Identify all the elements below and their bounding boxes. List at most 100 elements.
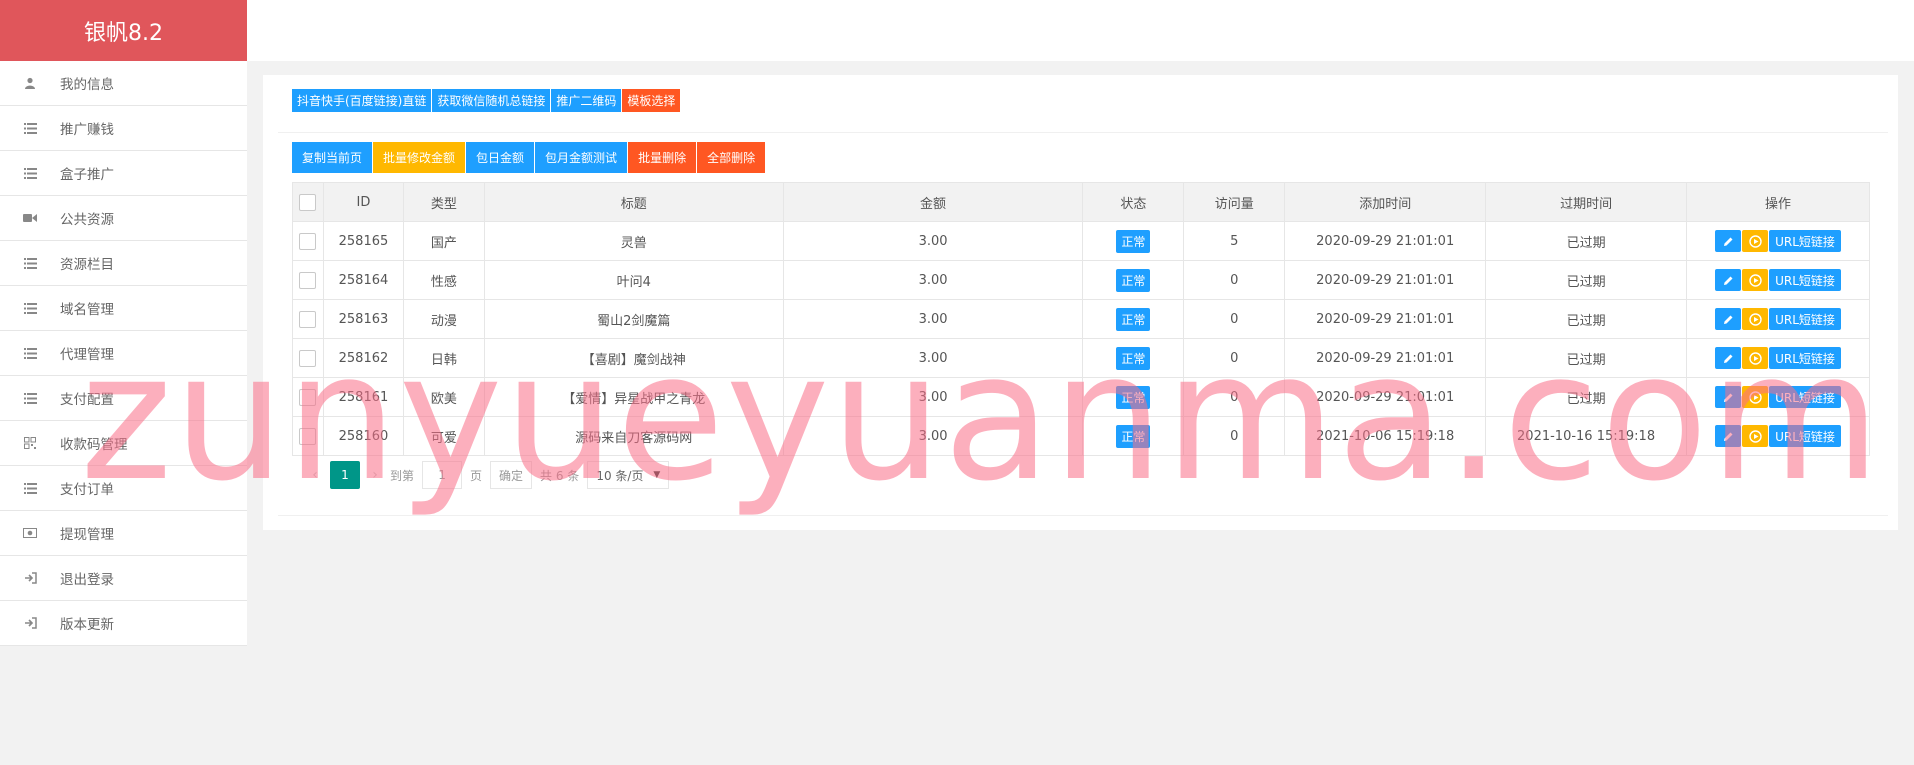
sidebar-item[interactable]: 推广赚钱 [0, 106, 247, 151]
toolbar-button[interactable]: 全部删除 [697, 142, 766, 173]
page-size-select[interactable]: 10 条/页 ▼ [587, 461, 670, 489]
id-cell: 258162 [322, 338, 404, 378]
column-header: ID [322, 182, 404, 222]
amount-cell: 3.00 [782, 338, 1084, 378]
prev-page-icon[interactable]: ‹ [308, 467, 322, 483]
confirm-page-button[interactable]: 确定 [490, 461, 533, 489]
play-icon[interactable] [1742, 347, 1769, 369]
toolbar-button[interactable]: 批量删除 [628, 142, 697, 173]
sidebar-item[interactable]: 支付订单 [0, 466, 247, 511]
sidebar-item[interactable]: 版本更新 [0, 601, 247, 646]
row-checkbox[interactable] [299, 232, 317, 250]
page-suffix: 页 [470, 468, 483, 483]
edit-icon[interactable] [1715, 347, 1742, 369]
type-cell: 日韩 [402, 338, 485, 378]
expire-time-cell: 已过期 [1485, 299, 1688, 339]
sidebar-item-label: 盒子推广 [60, 167, 114, 183]
sidebar-item[interactable]: 盒子推广 [0, 151, 247, 196]
toolbar-button[interactable]: 复制当前页 [292, 142, 373, 173]
sidebar-item[interactable]: 公共资源 [0, 196, 247, 241]
url-short-link-button[interactable]: URL短链接 [1769, 347, 1841, 369]
row-checkbox[interactable] [299, 271, 317, 289]
url-short-link-button[interactable]: URL短链接 [1769, 308, 1841, 330]
amount-cell: 3.00 [782, 221, 1084, 261]
sidebar-item-label: 我的信息 [60, 77, 114, 93]
toolbar-button[interactable]: 推广二维码 [551, 89, 622, 112]
added-time-cell: 2020-09-29 21:01:01 [1284, 260, 1487, 300]
current-page[interactable]: 1 [330, 461, 360, 489]
sidebar: 银帆8.2 我的信息 推广赚钱 盒子推广 公共资源 资源栏目 域名管理 代理管理 支付配置 收款… [0, 0, 247, 765]
money-icon [0, 528, 60, 538]
sidebar-item-label: 支付订单 [60, 482, 114, 498]
type-cell: 可爱 [402, 416, 485, 456]
play-icon[interactable] [1742, 308, 1769, 330]
sidebar-item[interactable]: 退出登录 [0, 556, 247, 601]
row-select-cell [292, 260, 324, 300]
toolbar-button[interactable]: 模板选择 [622, 89, 681, 112]
toolbar-button[interactable]: 包日金额 [466, 142, 535, 173]
pagination: ‹ 1 › 到第 页 确定 共 6 条 10 条/页 ▼ [292, 455, 670, 495]
expire-time-cell: 已过期 [1485, 338, 1688, 378]
row-checkbox[interactable] [299, 427, 317, 445]
sidebar-item-label: 退出登录 [60, 572, 114, 588]
toolbar-button[interactable]: 包月金额测试 [535, 142, 628, 173]
row-select-cell [292, 338, 324, 378]
table-row: 258164 性感 叶问4 3.00 正常 0 2020-09-29 21:01:01 已过期… [292, 260, 1870, 300]
operations-cell: URL短链接 [1686, 260, 1870, 300]
type-cell: 欧美 [402, 377, 485, 417]
edit-icon[interactable] [1715, 425, 1742, 447]
toolbar-button[interactable]: 批量修改金额 [373, 142, 466, 173]
column-header: 类型 [402, 182, 485, 222]
edit-icon[interactable] [1715, 230, 1742, 252]
id-cell: 258161 [322, 377, 404, 417]
edit-icon[interactable] [1715, 386, 1742, 408]
added-time-cell: 2020-09-29 21:01:01 [1284, 377, 1487, 417]
id-cell: 258164 [322, 260, 404, 300]
url-short-link-button[interactable]: URL短链接 [1769, 425, 1841, 447]
list-icon [0, 257, 60, 269]
row-checkbox[interactable] [299, 310, 317, 328]
row-select-cell [292, 221, 324, 261]
toolbar-button[interactable]: 获取微信随机总链接 [432, 89, 551, 112]
id-cell: 258165 [322, 221, 404, 261]
list-icon [0, 347, 60, 359]
id-cell: 258160 [322, 416, 404, 456]
next-page-icon[interactable]: › [368, 467, 382, 483]
id-cell: 258163 [322, 299, 404, 339]
sidebar-item[interactable]: 支付配置 [0, 376, 247, 421]
column-header: 过期时间 [1485, 182, 1688, 222]
list-icon [0, 122, 60, 134]
row-checkbox[interactable] [299, 349, 317, 367]
sidebar-item[interactable]: 收款码管理 [0, 421, 247, 466]
page-number-input[interactable] [422, 461, 463, 489]
sidebar-item[interactable]: 域名管理 [0, 286, 247, 331]
url-short-link-button[interactable]: URL短链接 [1769, 269, 1841, 291]
expire-time-cell: 已过期 [1485, 260, 1688, 300]
play-icon[interactable] [1742, 386, 1769, 408]
edit-icon[interactable] [1715, 269, 1742, 291]
sidebar-item[interactable]: 代理管理 [0, 331, 247, 376]
edit-icon[interactable] [1715, 308, 1742, 330]
sidebar-item[interactable]: 提现管理 [0, 511, 247, 556]
url-short-link-button[interactable]: URL短链接 [1769, 386, 1841, 408]
select-all-checkbox[interactable] [299, 193, 317, 211]
row-select-cell [292, 299, 324, 339]
play-icon[interactable] [1742, 230, 1769, 252]
added-time-cell: 2020-09-29 21:01:01 [1284, 299, 1487, 339]
url-short-link-button[interactable]: URL短链接 [1769, 230, 1841, 252]
top-header [247, 0, 1914, 61]
user-icon [0, 77, 60, 89]
row-checkbox[interactable] [299, 388, 317, 406]
status-cell: 正常 [1082, 299, 1185, 339]
status-cell: 正常 [1082, 338, 1185, 378]
type-cell: 性感 [402, 260, 485, 300]
sidebar-item[interactable]: 资源栏目 [0, 241, 247, 286]
column-header: 添加时间 [1284, 182, 1487, 222]
expire-time-cell: 2021-10-16 15:19:18 [1485, 416, 1688, 456]
toolbar-button[interactable]: 抖音快手(百度链接)直链 [292, 89, 432, 112]
column-header: 金额 [782, 182, 1084, 222]
status-badge: 正常 [1116, 424, 1151, 448]
play-icon[interactable] [1742, 269, 1769, 291]
play-icon[interactable] [1742, 425, 1769, 447]
sidebar-item[interactable]: 我的信息 [0, 61, 247, 106]
